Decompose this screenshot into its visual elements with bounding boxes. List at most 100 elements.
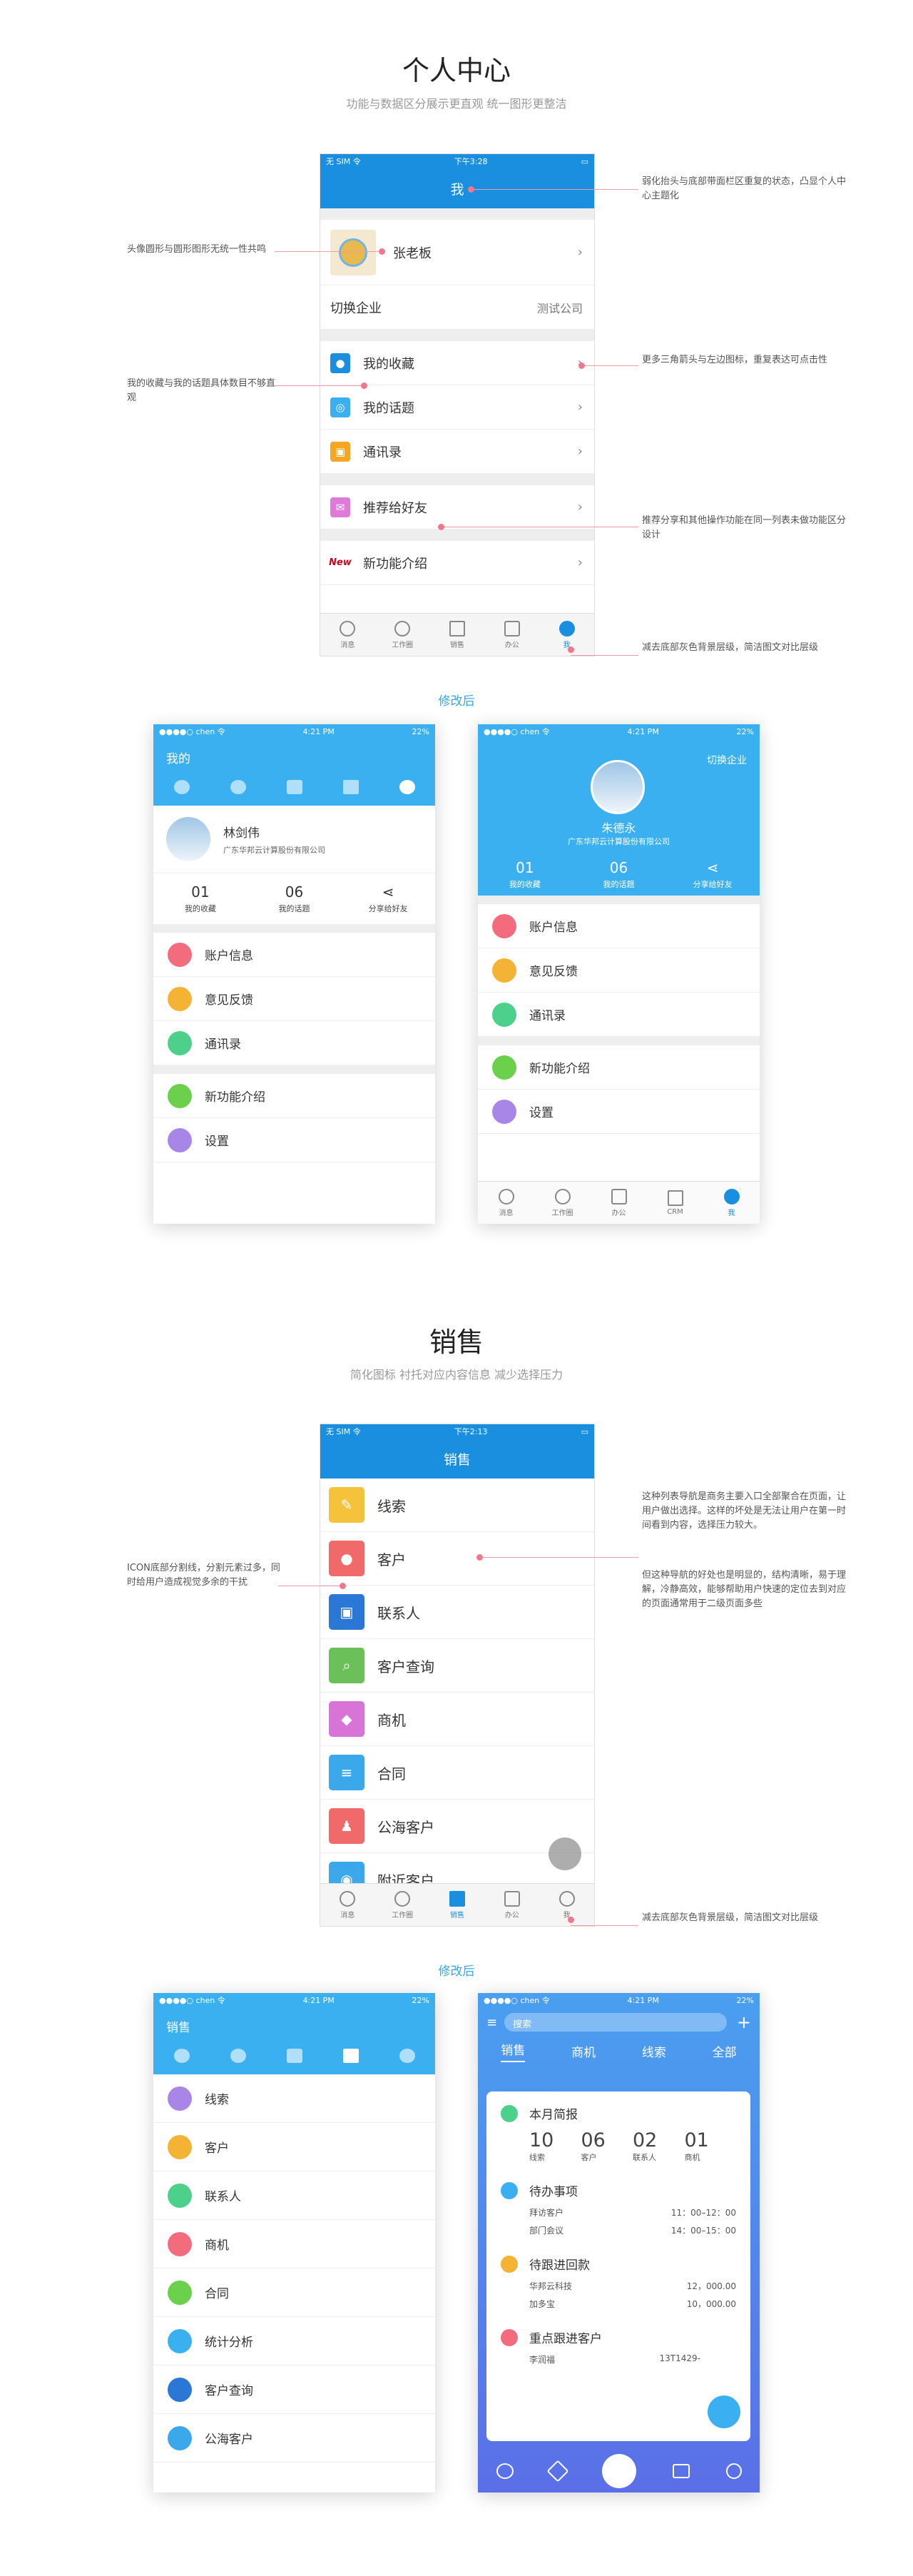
row-account[interactable]: 账户信息	[153, 933, 435, 977]
bar-chart-icon[interactable]	[342, 780, 359, 794]
row-public-customers[interactable]: 公海客户	[153, 2414, 435, 2463]
tab-bar: 消息 工作圈 销售 办公 我	[320, 1883, 594, 1926]
stat-topics[interactable]: 06 我的话题	[572, 859, 666, 890]
report-icon	[501, 2104, 518, 2122]
group-icon: ♟	[329, 1808, 364, 1844]
user-icon[interactable]	[399, 2049, 415, 2063]
row-customer-query[interactable]: ⌕ 客户查询	[320, 1639, 594, 1693]
new-sales-phone-a: ●●●●○ chen 令 4:21 PM 22% 销售 线索 客户 联系人 商机 合…	[153, 1993, 435, 2493]
tab-sales[interactable]: 销售	[430, 614, 485, 656]
tab-messages[interactable]: 消息	[320, 614, 375, 656]
row-contracts[interactable]: 合同	[153, 2268, 435, 2317]
document-icon	[168, 2280, 192, 2305]
row-recommend[interactable]: ✉ 推荐给好友 ›	[320, 485, 594, 529]
microphone-icon[interactable]	[549, 1837, 581, 1870]
annotation: 减去底部灰色背景层级，简洁图文对比层级	[642, 642, 819, 653]
row-settings[interactable]: 设置	[153, 1118, 435, 1162]
switch-company[interactable]: 切换企业	[707, 753, 747, 767]
tab-all[interactable]: 全部	[713, 2042, 737, 2060]
stat-share[interactable]: ⋖ 分享给好友	[341, 883, 435, 914]
tab-me[interactable]: 我	[539, 1884, 594, 1926]
row-opportunities[interactable]: 商机	[153, 2220, 435, 2268]
row-account[interactable]: 账户信息	[478, 904, 760, 948]
tab-work[interactable]: 工作圈	[534, 1182, 591, 1224]
tab-work[interactable]: 工作圈	[375, 614, 430, 656]
stats: 01 我的收藏 06 我的话题 ⋖ 分享给好友	[478, 859, 760, 890]
profile-row[interactable]: 张老板 ›	[320, 220, 594, 285]
tab-office[interactable]: 办公	[484, 1884, 539, 1926]
user-icon: ●	[329, 1541, 364, 1576]
stat-topics[interactable]: 06 我的话题	[248, 883, 342, 914]
microphone-icon[interactable]	[708, 2395, 740, 2428]
annotation: 弱化抬头与底部带面栏区重复的状态，凸显个人中心主题化	[642, 176, 847, 201]
chat-icon: ◎	[330, 397, 350, 417]
tab-office[interactable]: 办公	[591, 1182, 647, 1224]
row-opportunities[interactable]: ◆ 商机	[320, 1693, 594, 1746]
tab-leads[interactable]: 线索	[642, 2042, 666, 2060]
row-settings[interactable]: 设置	[478, 1090, 760, 1134]
tab-sales[interactable]: 销售	[430, 1884, 485, 1926]
chevron-right-icon: ›	[577, 555, 583, 570]
row-new-features[interactable]: 新功能介绍	[478, 1045, 760, 1090]
row-feedback[interactable]: 意见反馈	[478, 948, 760, 993]
stat-favorites[interactable]: 01 我的收藏	[478, 859, 572, 890]
briefcase-icon[interactable]	[672, 2464, 690, 2478]
tab-office[interactable]: 办公	[484, 614, 539, 656]
chat-icon[interactable]	[496, 2463, 514, 2479]
user-icon[interactable]	[725, 2463, 742, 2479]
chat-icon[interactable]	[173, 2049, 190, 2063]
row-contacts[interactable]: 通讯录	[153, 1021, 435, 1065]
new-icon: New	[329, 552, 352, 573]
annotation: 更多三角箭头与左边图标，重复表达可点击性	[642, 355, 828, 365]
briefcase-icon[interactable]	[286, 780, 302, 794]
circle-icon	[394, 1890, 411, 1907]
chat-icon	[168, 986, 192, 1011]
mail-icon: ✉	[330, 497, 350, 517]
user-icon	[558, 620, 575, 637]
circle-icon[interactable]	[230, 780, 246, 794]
tab-opportunities[interactable]: 商机	[571, 2042, 596, 2060]
chat-icon[interactable]	[173, 780, 190, 794]
row-customers[interactable]: ● 客户	[320, 1532, 594, 1586]
stat-share[interactable]: ⋖ 分享给好友	[665, 859, 760, 890]
row-feedback[interactable]: 意见反馈	[153, 977, 435, 1021]
phone-icon[interactable]	[546, 2460, 569, 2483]
user-icon[interactable]	[399, 780, 415, 794]
row-new-features[interactable]: 新功能介绍	[153, 1074, 435, 1118]
switch-company-row[interactable]: 切换企业 测试公司	[320, 285, 594, 330]
tab-crm[interactable]: CRM	[647, 1182, 703, 1224]
tab-messages[interactable]: 消息	[320, 1884, 375, 1926]
row-contacts[interactable]: ▣ 联系人	[320, 1586, 594, 1639]
row-customer-query[interactable]: 客户查询	[153, 2365, 435, 2414]
tab-messages[interactable]: 消息	[478, 1182, 534, 1224]
row-topics[interactable]: ◎ 我的话题 ›	[320, 385, 594, 430]
briefcase-icon[interactable]	[286, 2049, 302, 2063]
key-customer[interactable]: 李润福 13T1429-	[501, 2353, 736, 2365]
nav-title: 销售	[166, 2021, 190, 2035]
row-customers[interactable]: 客户	[153, 2123, 435, 2171]
row-favorites[interactable]: ●我的收藏›	[320, 341, 594, 385]
row-contracts[interactable]: ≡ 合同	[320, 1746, 594, 1800]
filter-icon[interactable]: ≡	[486, 2015, 497, 2030]
row-contacts[interactable]: 通讯录	[478, 993, 760, 1037]
row-contacts[interactable]: 联系人	[153, 2171, 435, 2220]
search-input[interactable]: 搜索	[504, 2013, 727, 2032]
profile[interactable]: 林剑伟 广东华邦云计算股份有限公司	[153, 806, 435, 873]
bar-chart-icon[interactable]	[342, 2049, 359, 2063]
stat-favorites[interactable]: 01 我的收藏	[153, 883, 248, 914]
row-contacts[interactable]: ▣ 通讯录 ›	[320, 430, 594, 474]
tab-me[interactable]: 我	[703, 1182, 760, 1224]
row-leads[interactable]: 线索	[153, 2074, 435, 2123]
avatar	[591, 760, 645, 814]
chat-icon	[340, 1890, 356, 1907]
row-new-features[interactable]: New 新功能介绍 ›	[320, 541, 594, 585]
plus-icon[interactable]: +	[737, 2012, 751, 2032]
row-leads[interactable]: ✎ 线索	[320, 1479, 594, 1532]
circle-icon[interactable]	[230, 2049, 246, 2063]
tab-me[interactable]: 我	[539, 614, 594, 656]
tab-work[interactable]: 工作圈	[375, 1884, 430, 1926]
tab-sales[interactable]: 销售	[501, 2040, 526, 2062]
row-statistics[interactable]: 统计分析	[153, 2317, 435, 2365]
bar-chart-icon[interactable]	[601, 2454, 636, 2488]
group-icon	[168, 2425, 192, 2450]
